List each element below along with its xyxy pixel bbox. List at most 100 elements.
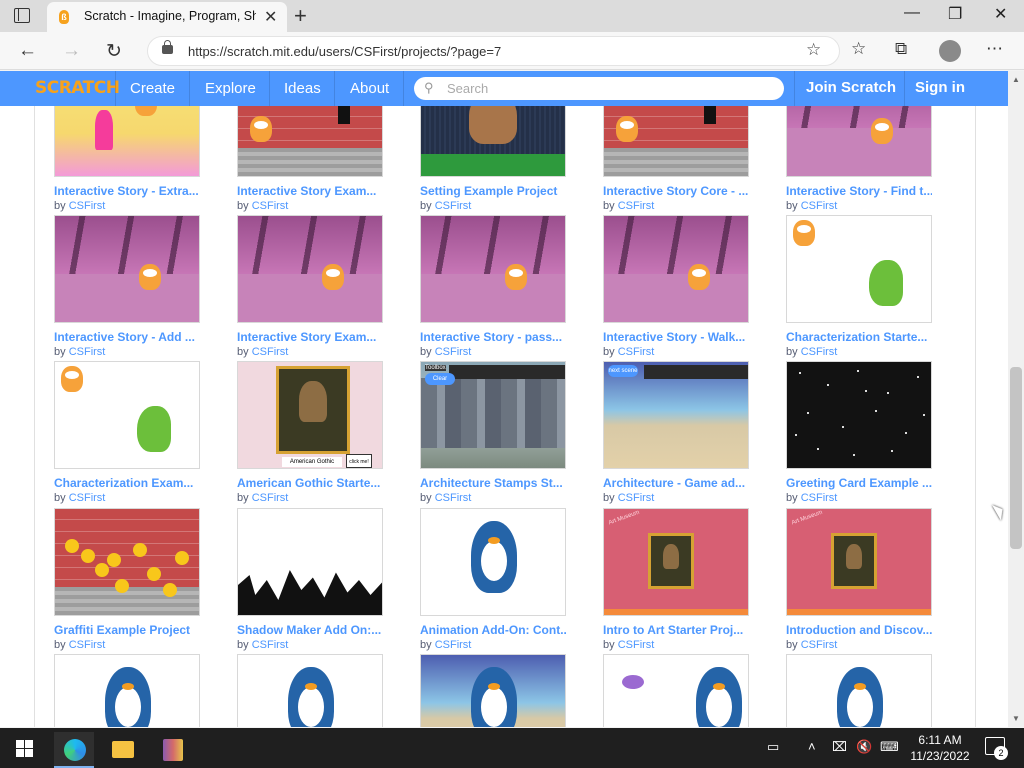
project-thumbnail[interactable] [54, 106, 200, 177]
nav-about[interactable]: About [350, 80, 389, 97]
profile-avatar[interactable] [939, 40, 961, 62]
project-title-link[interactable]: Interactive Story Exam... [237, 330, 383, 344]
project-author-link[interactable]: CSFirst [69, 200, 106, 212]
new-tab-button[interactable]: + [294, 3, 307, 29]
project-card[interactable]: Animation Add-On: Cont... by CSFirst [420, 508, 567, 651]
project-thumbnail[interactable] [603, 106, 749, 177]
page-scrollbar[interactable]: ▲ ▼ [1008, 71, 1024, 727]
project-card[interactable] [54, 654, 201, 727]
project-thumbnail[interactable] [786, 215, 932, 323]
project-author-link[interactable]: CSFirst [435, 492, 472, 504]
project-thumbnail[interactable] [54, 654, 200, 727]
edge-taskbar-button[interactable] [54, 732, 94, 768]
project-thumbnail[interactable] [237, 508, 383, 616]
project-title-link[interactable]: Interactive Story - Walk... [603, 330, 749, 344]
project-thumbnail[interactable] [420, 215, 566, 323]
project-title-link[interactable]: Animation Add-On: Cont... [420, 623, 566, 637]
favorites-icon[interactable]: ☆ [851, 39, 866, 59]
project-card[interactable]: Greeting Card Example ... by CSFirst [786, 361, 933, 504]
project-title-link[interactable]: Characterization Starte... [786, 330, 932, 344]
scrollbar-thumb[interactable] [1010, 367, 1022, 549]
network-icon[interactable]: ⌧ [832, 739, 847, 755]
project-card[interactable]: Interactive Story - Add ... by CSFirst [54, 215, 201, 358]
nav-explore[interactable]: Explore [205, 80, 256, 97]
project-author-link[interactable]: CSFirst [618, 639, 655, 651]
project-thumbnail[interactable] [420, 654, 566, 727]
file-explorer-taskbar-button[interactable] [102, 732, 142, 768]
project-title-link[interactable]: Architecture Stamps St... [420, 476, 566, 490]
input-indicator-icon[interactable]: ▭ [767, 739, 779, 755]
project-author-link[interactable]: CSFirst [801, 200, 838, 212]
project-card[interactable]: Interactive Story Exam... by CSFirst [237, 106, 384, 212]
project-title-link[interactable]: Setting Example Project [420, 184, 566, 198]
close-window-button[interactable]: ✕ [994, 4, 1007, 24]
project-thumbnail[interactable] [603, 215, 749, 323]
project-card[interactable]: Interactive Story - Extra... by CSFirst [54, 106, 201, 212]
tab-actions-icon[interactable] [14, 8, 30, 23]
project-card[interactable]: Interactive Story Core - ... by CSFirst [603, 106, 750, 212]
project-card[interactable] [237, 654, 384, 727]
project-card[interactable]: Setting Example Project by CSFirst [420, 106, 567, 212]
project-title-link[interactable]: Greeting Card Example ... [786, 476, 932, 490]
project-title-link[interactable]: Introduction and Discov... [786, 623, 932, 637]
project-author-link[interactable]: CSFirst [252, 200, 289, 212]
project-author-link[interactable]: CSFirst [618, 492, 655, 504]
project-thumbnail[interactable]: next scene [603, 361, 749, 469]
project-thumbnail[interactable]: Toolbox Clear [420, 361, 566, 469]
project-title-link[interactable]: Interactive Story - Find t... [786, 184, 932, 198]
project-author-link[interactable]: CSFirst [252, 346, 289, 358]
project-card[interactable]: Interactive Story - Walk... by CSFirst [603, 215, 750, 358]
browser-tab[interactable]: ß Scratch - Imagine, Program, Sha ✕ [47, 2, 287, 32]
project-thumbnail[interactable] [786, 654, 932, 727]
project-author-link[interactable]: CSFirst [801, 492, 838, 504]
project-title-link[interactable]: Intro to Art Starter Proj... [603, 623, 749, 637]
project-card[interactable]: Art Museum Introduction and Discov... by C… [786, 508, 933, 651]
project-author-link[interactable]: CSFirst [618, 200, 655, 212]
project-author-link[interactable]: CSFirst [69, 492, 106, 504]
project-card[interactable] [603, 654, 750, 727]
start-button[interactable] [16, 740, 33, 757]
sign-in-link[interactable]: Sign in [915, 79, 965, 96]
project-thumbnail[interactable]: Art Museum [603, 508, 749, 616]
winrar-taskbar-button[interactable] [152, 732, 192, 768]
project-card[interactable]: Graffiti Example Project by CSFirst [54, 508, 201, 651]
project-card[interactable]: American Gothic click me! American Gothic … [237, 361, 384, 504]
more-menu-icon[interactable]: ⋯ [986, 39, 1003, 59]
forward-arrow-icon[interactable]: → [62, 40, 81, 62]
search-field[interactable]: ⚲ Search [414, 77, 784, 100]
project-card[interactable]: Interactive Story - pass... by CSFirst [420, 215, 567, 358]
project-thumbnail[interactable] [54, 508, 200, 616]
tab-close-icon[interactable]: ✕ [264, 7, 277, 27]
project-author-link[interactable]: CSFirst [801, 346, 838, 358]
project-title-link[interactable]: Interactive Story Exam... [237, 184, 383, 198]
project-thumbnail[interactable] [420, 508, 566, 616]
project-card[interactable]: Toolbox Clear Architecture Stamps St... by … [420, 361, 567, 504]
volume-muted-icon[interactable]: 🔇 [856, 739, 872, 755]
project-thumbnail[interactable] [237, 215, 383, 323]
project-card[interactable]: Interactive Story Exam... by CSFirst [237, 215, 384, 358]
project-card[interactable]: Art Museum Intro to Art Starter Proj... by… [603, 508, 750, 651]
project-thumbnail[interactable] [54, 361, 200, 469]
project-card[interactable]: Shadow Maker Add On:... by CSFirst [237, 508, 384, 651]
back-arrow-icon[interactable]: ← [18, 40, 37, 62]
refresh-icon[interactable]: ↻ [106, 40, 122, 63]
project-title-link[interactable]: Interactive Story Core - ... [603, 184, 749, 198]
join-scratch-link[interactable]: Join Scratch [806, 79, 896, 96]
chevron-up-icon[interactable]: ˄ [808, 739, 816, 754]
project-title-link[interactable]: Architecture - Game ad... [603, 476, 749, 490]
project-card[interactable] [420, 654, 567, 727]
url-text[interactable]: https://scratch.mit.edu/users/CSFirst/pr… [188, 44, 501, 59]
project-thumbnail[interactable] [237, 106, 383, 177]
project-card[interactable]: next scene Architecture - Game ad... by CS… [603, 361, 750, 504]
project-author-link[interactable]: CSFirst [69, 639, 106, 651]
project-title-link[interactable]: Interactive Story - Extra... [54, 184, 200, 198]
scroll-up-icon[interactable]: ▲ [1012, 75, 1020, 84]
project-title-link[interactable]: American Gothic Starte... [237, 476, 383, 490]
project-thumbnail[interactable] [603, 654, 749, 727]
project-author-link[interactable]: CSFirst [69, 346, 106, 358]
project-thumbnail[interactable] [54, 215, 200, 323]
project-title-link[interactable]: Shadow Maker Add On:... [237, 623, 383, 637]
project-author-link[interactable]: CSFirst [435, 200, 472, 212]
collections-icon[interactable]: ⧉ [895, 39, 907, 59]
nav-ideas[interactable]: Ideas [284, 80, 321, 97]
